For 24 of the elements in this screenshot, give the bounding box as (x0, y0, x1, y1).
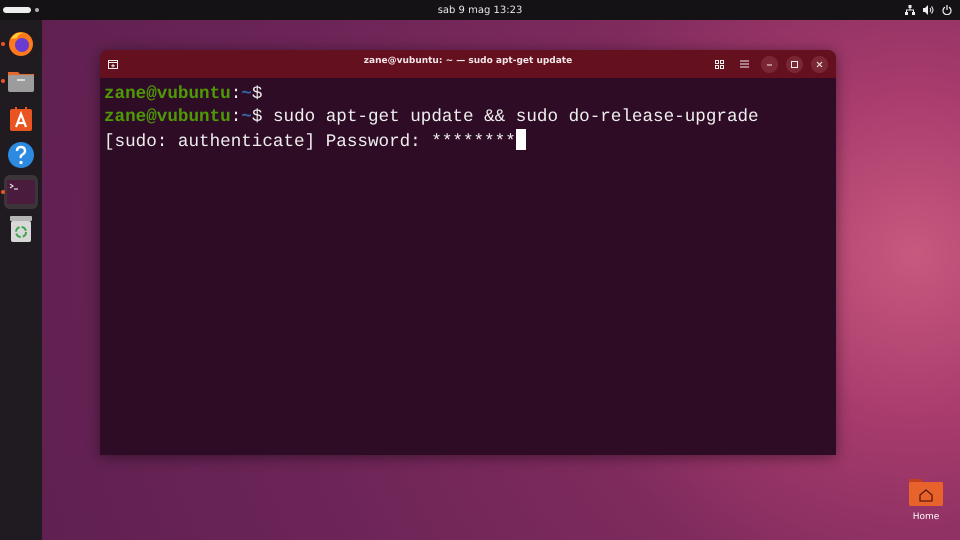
home-folder-icon[interactable] (908, 476, 944, 506)
volume-icon[interactable] (923, 5, 934, 15)
help-icon (7, 141, 35, 169)
folder-icon (7, 69, 35, 93)
terminal-line: zane@vubuntu:~$ (104, 84, 262, 104)
power-icon[interactable] (942, 5, 952, 15)
terminal-line: zane@vubuntu:~$ sudo apt-get update && sudo do-release-upgrade (104, 107, 759, 127)
trash-icon (9, 215, 33, 243)
shopping-bag-icon (9, 104, 33, 132)
desktop-icon-label[interactable]: Home (912, 510, 940, 524)
window-title: zane@vubuntu: ~ — sudo apt-get update (364, 55, 572, 68)
browser-icon (7, 30, 35, 58)
maximize-icon (791, 60, 798, 68)
close-icon (816, 60, 823, 68)
terminal-line: [sudo: authenticate] Password: ******** (104, 132, 516, 152)
clock[interactable]: sab 9 mag 13:23 (438, 3, 522, 18)
new-tab-icon[interactable] (108, 60, 118, 68)
terminal-icon (7, 180, 35, 204)
menu-icon (740, 60, 749, 68)
activities-indicator-icon[interactable] (3, 6, 41, 14)
network-icon[interactable] (905, 5, 915, 15)
grid-icon (715, 60, 724, 68)
maximize-button[interactable] (786, 56, 803, 72)
close-button[interactable] (811, 56, 828, 72)
